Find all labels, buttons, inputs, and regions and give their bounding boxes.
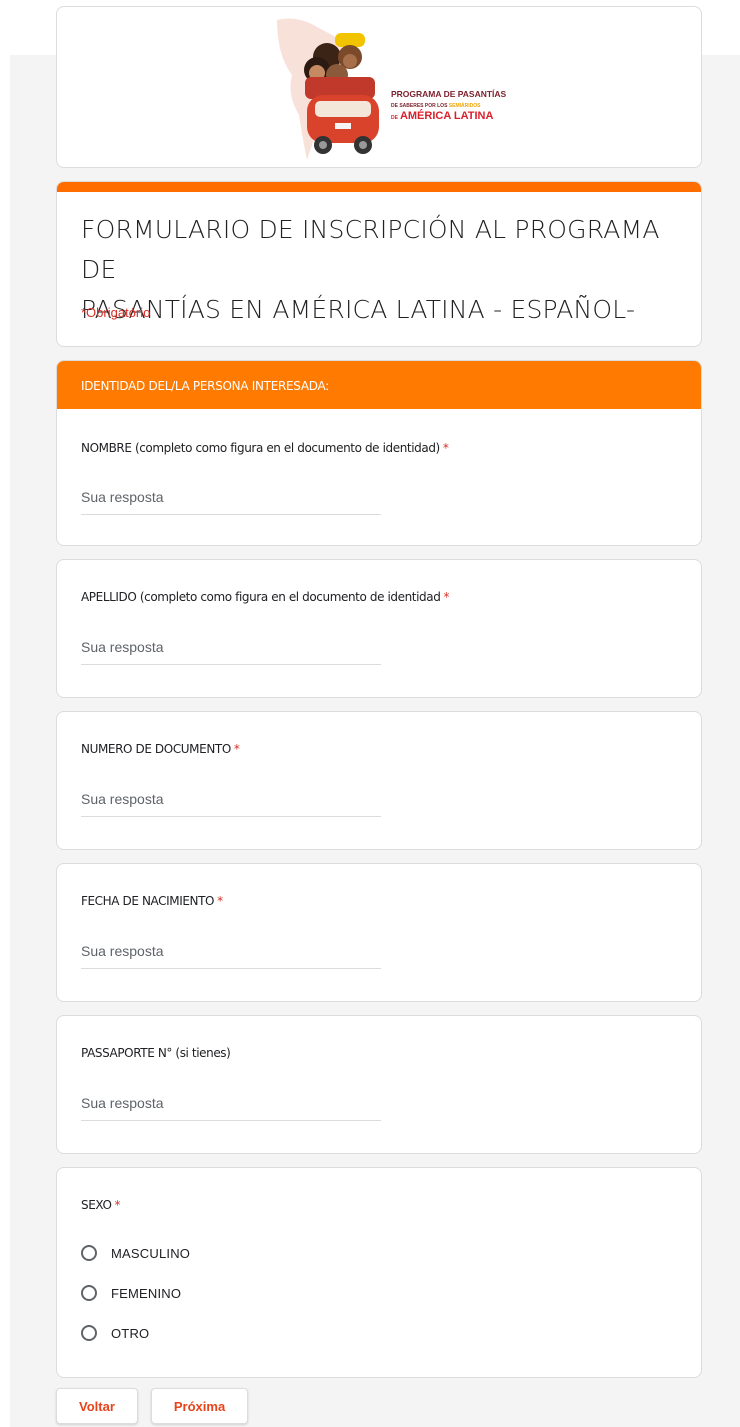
form-container: PROGRAMA DE PASANTÍAS DE SABERES POR LOS…	[56, 6, 702, 1378]
question-sexo: SEXO * MASCULINO FEMENINO OTRO	[56, 1167, 702, 1378]
question-label: FECHA DE NACIMIENTO	[81, 894, 215, 908]
question-label: SEXO	[81, 1198, 112, 1212]
documento-input[interactable]: Sua resposta	[81, 787, 381, 817]
logo-line1: PROGRAMA DE PASANTÍAS	[391, 89, 507, 99]
required-star: *	[114, 1198, 121, 1212]
svg-text:DE SABERES POR LOS SEMIÁRIDOS: DE SABERES POR LOS SEMIÁRIDOS	[391, 102, 481, 109]
question-fecha: FECHA DE NACIMIENTO * Sua resposta	[56, 863, 702, 1002]
radio-option-masculino[interactable]: MASCULINO	[81, 1241, 190, 1265]
radio-label: FEMENINO	[111, 1285, 182, 1301]
logo-line3b: AMÉRICA LATINA	[400, 109, 494, 122]
form-title-line2: PASANTÍAS EN AMÉRICA LATINA - ESPAÑOL-	[81, 295, 636, 324]
header-banner: PROGRAMA DE PASANTÍAS DE SABERES POR LOS…	[56, 6, 702, 168]
radio-label: OTRO	[111, 1325, 150, 1341]
radio-circle-icon[interactable]	[81, 1245, 97, 1261]
pasaporte-input[interactable]: Sua resposta	[81, 1091, 381, 1121]
radio-label: MASCULINO	[111, 1245, 191, 1261]
question-pasaporte: PASSAPORTE N° (si tienes) Sua resposta	[56, 1015, 702, 1154]
question-label: APELLIDO (completo como figura en el doc…	[81, 590, 441, 604]
section-card: IDENTIDAD DEL/LA PERSONA INTERESADA: NOM…	[56, 360, 702, 546]
next-button[interactable]: Próxima	[150, 1388, 249, 1424]
required-star: *	[442, 441, 449, 455]
logo-line3a: DE	[391, 115, 399, 121]
radio-circle-icon[interactable]	[81, 1285, 97, 1301]
svg-text:DEAMÉRICA LATINA: DE AMÉRICA LATINA	[391, 109, 493, 122]
accent-bar	[57, 182, 701, 192]
fecha-input[interactable]: Sua resposta	[81, 939, 381, 969]
question-apellido: APELLIDO (completo como figura en el doc…	[56, 559, 702, 698]
form-title-line1: FORMULARIO DE INSCRIPCIÓN AL PROGRAMA DE	[81, 215, 660, 284]
question-label: NOMBRE (completo como figura en el docum…	[81, 441, 440, 455]
form-navigation: Voltar Próxima	[56, 1388, 249, 1424]
question-label: PASSAPORTE N° (si tienes)	[81, 1046, 231, 1060]
radio-option-femenino[interactable]: FEMENINO	[81, 1281, 181, 1305]
form-title: FORMULARIO DE INSCRIPCIÓN AL PROGRAMA DE…	[81, 210, 681, 330]
logo-line2b: SEMIÁRIDOS	[449, 102, 481, 109]
nombre-input[interactable]: Sua resposta	[81, 485, 381, 515]
radio-option-otro[interactable]: OTRO	[81, 1321, 149, 1345]
question-documento: NUMERO DE DOCUMENTO * Sua resposta	[56, 711, 702, 850]
required-star: *	[217, 894, 223, 908]
back-button[interactable]: Voltar	[56, 1388, 138, 1424]
section-title: IDENTIDAD DEL/LA PERSONA INTERESADA:	[57, 361, 701, 409]
form-title-card: FORMULARIO DE INSCRIPCIÓN AL PROGRAMA DE…	[56, 181, 702, 347]
logo-line2a: DE SABERES POR LOS	[391, 103, 449, 109]
apellido-input[interactable]: Sua resposta	[81, 635, 381, 665]
radio-circle-icon[interactable]	[81, 1325, 97, 1341]
required-note: *Obrigatório	[81, 305, 151, 320]
required-star: *	[233, 742, 240, 756]
question-label: NUMERO DE DOCUMENTO	[81, 742, 231, 756]
required-star: *	[443, 590, 450, 604]
program-logo: PROGRAMA DE PASANTÍAS DE SABERES POR LOS…	[277, 18, 507, 160]
